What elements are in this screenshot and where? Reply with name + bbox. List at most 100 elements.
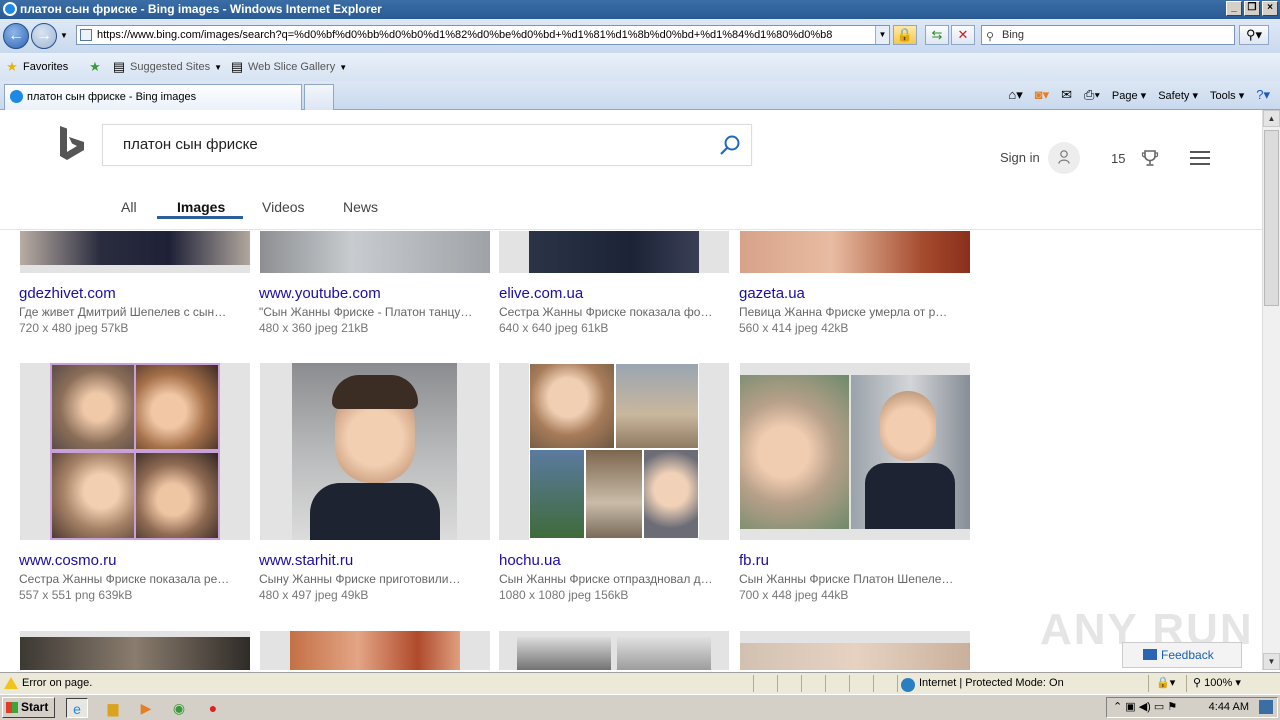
- address-field[interactable]: https://www.bing.com/images/search?q=%d0…: [76, 25, 890, 45]
- ie-taskbar-icon[interactable]: e: [66, 698, 88, 718]
- tab-videos[interactable]: Videos: [262, 199, 305, 215]
- result-thumbnail[interactable]: [740, 363, 970, 540]
- security-zone[interactable]: Internet | Protected Mode: On: [901, 673, 1064, 694]
- result-thumbnail[interactable]: [20, 363, 250, 540]
- page-icon: ▤: [230, 59, 244, 74]
- search-placeholder: Bing: [1002, 29, 1025, 41]
- rewards-count[interactable]: 15: [1111, 151, 1125, 166]
- scroll-thumb[interactable]: [1264, 130, 1279, 306]
- result-host-link[interactable]: www.starhit.ru: [259, 552, 353, 569]
- help-icon[interactable]: ?▾: [1256, 87, 1270, 103]
- chrome-icon[interactable]: ◉: [168, 698, 190, 718]
- search-button[interactable]: ⚲▾: [1239, 25, 1269, 45]
- result-description: Певица Жанна Фриске умерла от р…: [739, 305, 948, 319]
- start-label: Start: [21, 700, 49, 714]
- window-title: платон сын фриске - Bing images - Window…: [20, 2, 382, 16]
- result-thumbnail[interactable]: [20, 631, 250, 670]
- result-thumbnail[interactable]: [740, 231, 970, 273]
- explorer-folder-icon[interactable]: ▆: [102, 698, 124, 718]
- web-slice-gallery-button[interactable]: ▤ Web Slice Gallery ▼: [230, 60, 347, 74]
- menu-icon[interactable]: [1190, 151, 1210, 165]
- new-tab-button[interactable]: [304, 84, 334, 110]
- result-host-link[interactable]: hochu.ua: [499, 552, 561, 569]
- page-menu[interactable]: Page ▾: [1112, 89, 1146, 102]
- warning-icon[interactable]: [4, 677, 18, 689]
- security-alert-icon[interactable]: ●: [202, 698, 224, 718]
- result-thumbnail[interactable]: [499, 631, 729, 670]
- protected-mode-icon[interactable]: 🔒▾: [1156, 673, 1175, 694]
- scroll-up-icon[interactable]: ▲: [1263, 110, 1280, 127]
- safety-menu-label: Safety: [1158, 89, 1190, 102]
- result-host-link[interactable]: fb.ru: [739, 552, 769, 569]
- vertical-scrollbar[interactable]: ▲ ▼: [1262, 110, 1280, 670]
- favorites-button[interactable]: ★ Favorites: [5, 60, 68, 74]
- page-menu-label: Page: [1111, 89, 1138, 102]
- avatar[interactable]: [1048, 142, 1080, 174]
- close-button[interactable]: ×: [1262, 1, 1278, 16]
- result-host-link[interactable]: www.cosmo.ru: [19, 552, 117, 569]
- result-thumbnail[interactable]: [499, 231, 729, 273]
- result-thumbnail[interactable]: [260, 631, 490, 670]
- mail-icon[interactable]: ✉: [1061, 87, 1072, 103]
- ie-tab-icon: [10, 90, 23, 103]
- result-host-link[interactable]: gdezhivet.com: [19, 285, 116, 302]
- tab-all[interactable]: All: [121, 199, 137, 215]
- result-thumbnail[interactable]: [260, 231, 490, 273]
- result-description: Сестра Жанны Фриске показала ре…: [19, 572, 230, 586]
- history-dropdown-icon[interactable]: ▼: [60, 31, 68, 40]
- show-desktop-icon[interactable]: [1259, 700, 1273, 714]
- divider: [1186, 675, 1187, 692]
- result-thumbnail[interactable]: [499, 363, 729, 540]
- result-meta: 1080 x 1080 jpeg 156kB: [499, 588, 629, 602]
- stop-icon[interactable]: ✕: [951, 25, 975, 45]
- feedback-label: Feedback: [1161, 648, 1214, 662]
- tray-icons[interactable]: ⌃ ▣ ◀) ▭ ⚑: [1113, 698, 1177, 717]
- refresh-icon[interactable]: ⇆: [925, 25, 949, 45]
- start-button[interactable]: Start: [2, 697, 55, 718]
- zoom-level[interactable]: ⚲ 100% ▾: [1193, 673, 1241, 694]
- result-thumbnail[interactable]: [260, 363, 490, 540]
- bing-search-input[interactable]: платон сын фриске: [102, 124, 752, 166]
- feedback-button[interactable]: Feedback: [1122, 642, 1242, 668]
- bing-logo-icon[interactable]: [58, 126, 86, 162]
- result-host-link[interactable]: elive.com.ua: [499, 285, 583, 302]
- tab-news[interactable]: News: [343, 199, 378, 215]
- address-dropdown-icon[interactable]: ▼: [875, 26, 889, 44]
- print-icon[interactable]: ⎙▾: [1084, 87, 1100, 103]
- globe-icon: [901, 678, 915, 692]
- search-icon[interactable]: [719, 134, 741, 156]
- restore-button[interactable]: ❐: [1244, 1, 1260, 16]
- scroll-down-icon[interactable]: ▼: [1263, 653, 1280, 670]
- suggested-sites-button[interactable]: ▤ Suggested Sites ▼: [112, 60, 222, 74]
- divider: [1148, 675, 1149, 692]
- favorites-label: Favorites: [23, 61, 69, 73]
- home-icon[interactable]: ⌂▾: [1008, 87, 1022, 103]
- dropdown-icon: ▼: [339, 62, 348, 72]
- status-message[interactable]: Error on page.: [22, 673, 92, 694]
- result-host-link[interactable]: gazeta.ua: [739, 285, 805, 302]
- sign-in-link[interactable]: Sign in: [1000, 150, 1040, 165]
- trophy-icon[interactable]: [1141, 149, 1159, 167]
- divider: [777, 675, 778, 692]
- result-description: Сестра Жанны Фриске показала фо…: [499, 305, 713, 319]
- clock[interactable]: 4:44 AM: [1209, 698, 1249, 717]
- tab-bar: платон сын фриске - Bing images ⌂▾ ◙▾ ✉ …: [0, 81, 1280, 110]
- add-to-favorites-icon: ★: [89, 59, 101, 74]
- back-button[interactable]: ←: [3, 23, 29, 49]
- result-thumbnail[interactable]: [20, 231, 250, 273]
- search-input[interactable]: ⚲ Bing: [981, 25, 1235, 45]
- result-thumbnail[interactable]: [740, 631, 970, 670]
- lock-icon[interactable]: 🔒: [893, 25, 917, 45]
- media-player-icon[interactable]: ▶: [135, 698, 157, 718]
- safety-menu[interactable]: Safety ▾: [1158, 89, 1198, 102]
- tab-images[interactable]: Images: [177, 199, 225, 215]
- add-favorite-button[interactable]: ★: [88, 60, 102, 74]
- system-tray: ⌃ ▣ ◀) ▭ ⚑ 4:44 AM: [1106, 697, 1278, 718]
- forward-button[interactable]: →: [31, 23, 57, 49]
- feeds-icon[interactable]: ◙▾: [1035, 87, 1049, 103]
- result-host-link[interactable]: www.youtube.com: [259, 285, 381, 302]
- tab-bing-images[interactable]: платон сын фриске - Bing images: [4, 84, 302, 110]
- tools-menu[interactable]: Tools ▾: [1210, 89, 1244, 102]
- dropdown-icon: ▼: [214, 62, 223, 72]
- minimize-button[interactable]: _: [1226, 1, 1242, 16]
